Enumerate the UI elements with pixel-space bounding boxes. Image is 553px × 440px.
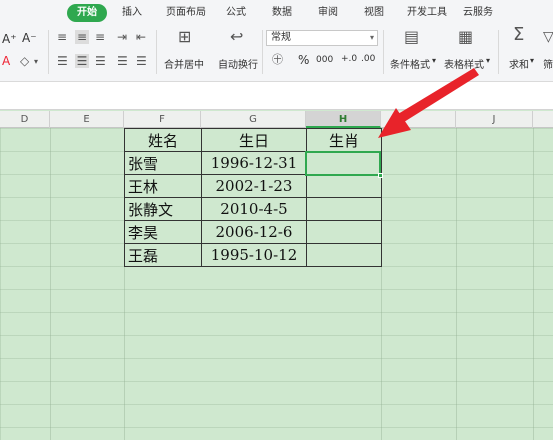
annotation-arrow-icon [378,68,479,138]
